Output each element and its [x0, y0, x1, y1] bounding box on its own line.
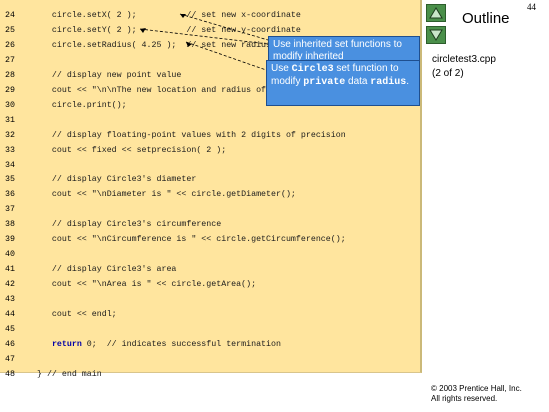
callout-private-code: private [303, 77, 346, 88]
callout-inherited-set: Use inherited set functions to modify in… [268, 36, 420, 62]
callout-circle3-set: Use Circle3 set function to modify priva… [266, 60, 420, 106]
callout-radius-code: radius [370, 77, 407, 88]
callout-inherited-text: Use inherited set functions to modify in… [273, 39, 402, 62]
callout-circle3-text-3: data [345, 76, 371, 87]
copyright: © 2003 Prentice Hall, Inc. All rights re… [431, 384, 522, 404]
callout-circle3-text-1: Use [271, 63, 292, 74]
copyright-line-2: All rights reserved. [431, 394, 498, 403]
copyright-line-1: © 2003 Prentice Hall, Inc. [431, 384, 522, 393]
callout-circle3-text-4: . [406, 76, 410, 87]
callout-circle3-code: Circle3 [291, 64, 334, 75]
